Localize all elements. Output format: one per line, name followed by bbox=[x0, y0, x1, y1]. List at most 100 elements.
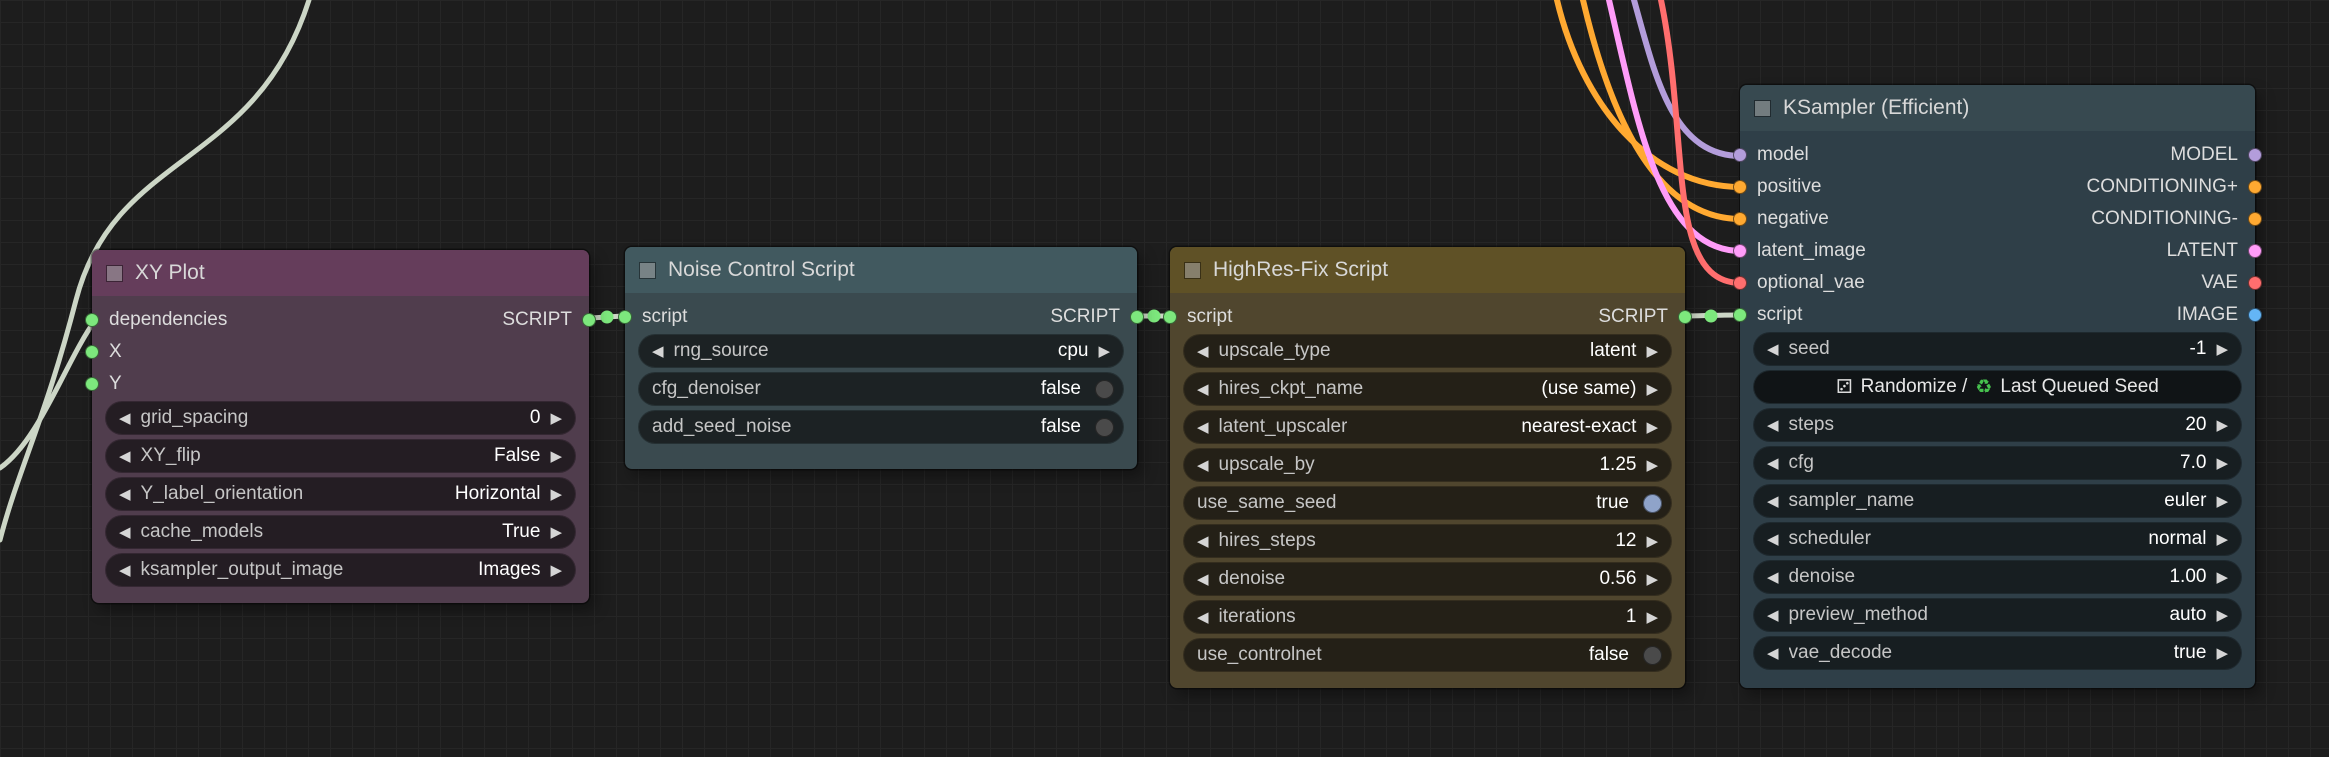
input-slot-script[interactable]: script bbox=[1733, 304, 1802, 326]
node-graph-canvas[interactable]: XY Plot dependencies SCRIPT X Y ◀ grid_s… bbox=[0, 0, 2329, 757]
increment-arrow-icon[interactable]: ▶ bbox=[550, 485, 562, 503]
increment-arrow-icon[interactable]: ▶ bbox=[1646, 608, 1658, 626]
widget-scheduler[interactable]: ◀ scheduler normal ▶ bbox=[1754, 523, 2241, 555]
input-dot[interactable] bbox=[1733, 276, 1747, 290]
output-dot[interactable] bbox=[1678, 310, 1692, 324]
increment-arrow-icon[interactable]: ▶ bbox=[2216, 606, 2228, 624]
widget-add-seed-noise[interactable]: add_seed_noise false bbox=[639, 411, 1123, 443]
output-dot[interactable] bbox=[2248, 276, 2262, 290]
decrement-arrow-icon[interactable]: ◀ bbox=[1197, 608, 1209, 626]
widget-grid-spacing[interactable]: ◀ grid_spacing 0 ▶ bbox=[106, 402, 575, 434]
collapse-icon[interactable] bbox=[1755, 100, 1770, 116]
decrement-arrow-icon[interactable]: ◀ bbox=[119, 447, 131, 465]
node-highres-fix-script[interactable]: HighRes-Fix Script script SCRIPT ◀ upsca… bbox=[1163, 247, 1692, 688]
decrement-arrow-icon[interactable]: ◀ bbox=[1197, 532, 1209, 550]
toggle-indicator[interactable] bbox=[1643, 645, 1662, 665]
input-dot[interactable] bbox=[85, 313, 99, 327]
output-slot-conditioning-minus[interactable]: CONDITIONING- bbox=[2091, 208, 2262, 230]
output-dot[interactable] bbox=[582, 313, 596, 327]
increment-arrow-icon[interactable]: ▶ bbox=[2216, 492, 2228, 510]
widget-upscale-type[interactable]: ◀ upscale_type latent ▶ bbox=[1184, 335, 1671, 367]
widget-denoise[interactable]: ◀ denoise 0.56 ▶ bbox=[1184, 563, 1671, 595]
increment-arrow-icon[interactable]: ▶ bbox=[550, 409, 562, 427]
decrement-arrow-icon[interactable]: ◀ bbox=[119, 561, 131, 579]
decrement-arrow-icon[interactable]: ◀ bbox=[652, 342, 664, 360]
widget-hires-steps[interactable]: ◀ hires_steps 12 ▶ bbox=[1184, 525, 1671, 557]
input-slot-latent-image[interactable]: latent_image bbox=[1733, 240, 1866, 262]
toggle-indicator[interactable] bbox=[1095, 379, 1114, 399]
output-slot-script[interactable]: SCRIPT bbox=[502, 309, 596, 331]
increment-arrow-icon[interactable]: ▶ bbox=[1646, 570, 1658, 588]
collapse-icon[interactable] bbox=[107, 265, 122, 281]
decrement-arrow-icon[interactable]: ◀ bbox=[1767, 416, 1779, 434]
widget-cfg-denoiser[interactable]: cfg_denoiser false bbox=[639, 373, 1123, 405]
decrement-arrow-icon[interactable]: ◀ bbox=[1197, 570, 1209, 588]
decrement-arrow-icon[interactable]: ◀ bbox=[1197, 342, 1209, 360]
widget-seed[interactable]: ◀ seed -1 ▶ bbox=[1754, 333, 2241, 365]
widget-cfg[interactable]: ◀ cfg 7.0 ▶ bbox=[1754, 447, 2241, 479]
output-slot-model[interactable]: MODEL bbox=[2170, 144, 2262, 166]
input-slot-x[interactable]: X bbox=[85, 341, 122, 363]
collapse-icon[interactable] bbox=[640, 262, 655, 278]
widget-denoise[interactable]: ◀ denoise 1.00 ▶ bbox=[1754, 561, 2241, 593]
output-dot[interactable] bbox=[1130, 310, 1144, 324]
increment-arrow-icon[interactable]: ▶ bbox=[1646, 342, 1658, 360]
output-slot-image[interactable]: IMAGE bbox=[2177, 304, 2262, 326]
decrement-arrow-icon[interactable]: ◀ bbox=[1767, 454, 1779, 472]
node-title-bar[interactable]: XY Plot bbox=[92, 250, 589, 296]
node-title-bar[interactable]: HighRes-Fix Script bbox=[1170, 247, 1685, 293]
widget-use-controlnet[interactable]: use_controlnet false bbox=[1184, 639, 1671, 671]
input-dot[interactable] bbox=[1733, 212, 1747, 226]
node-ksampler-efficient[interactable]: KSampler (Efficient) model MODEL positiv… bbox=[1733, 85, 2262, 688]
increment-arrow-icon[interactable]: ▶ bbox=[1098, 342, 1110, 360]
increment-arrow-icon[interactable]: ▶ bbox=[550, 523, 562, 541]
decrement-arrow-icon[interactable]: ◀ bbox=[1197, 418, 1209, 436]
decrement-arrow-icon[interactable]: ◀ bbox=[1767, 530, 1779, 548]
input-dot[interactable] bbox=[1733, 180, 1747, 194]
input-dot[interactable] bbox=[618, 310, 632, 324]
decrement-arrow-icon[interactable]: ◀ bbox=[1197, 380, 1209, 398]
decrement-arrow-icon[interactable]: ◀ bbox=[1767, 568, 1779, 586]
toggle-indicator[interactable] bbox=[1643, 493, 1662, 513]
input-dot[interactable] bbox=[1163, 310, 1177, 324]
input-slot-positive[interactable]: positive bbox=[1733, 176, 1821, 198]
output-dot[interactable] bbox=[2248, 148, 2262, 162]
widget-upscale-by[interactable]: ◀ upscale_by 1.25 ▶ bbox=[1184, 449, 1671, 481]
decrement-arrow-icon[interactable]: ◀ bbox=[119, 523, 131, 541]
output-dot[interactable] bbox=[2248, 308, 2262, 322]
collapse-icon[interactable] bbox=[1185, 262, 1200, 278]
increment-arrow-icon[interactable]: ▶ bbox=[2216, 568, 2228, 586]
widget-ksampler-output-image[interactable]: ◀ ksampler_output_image Images ▶ bbox=[106, 554, 575, 586]
output-slot-vae[interactable]: VAE bbox=[2201, 272, 2262, 294]
input-dot[interactable] bbox=[85, 345, 99, 359]
widget-cache-models[interactable]: ◀ cache_models True ▶ bbox=[106, 516, 575, 548]
input-dot[interactable] bbox=[1733, 244, 1747, 258]
input-dot[interactable] bbox=[1733, 308, 1747, 322]
decrement-arrow-icon[interactable]: ◀ bbox=[119, 409, 131, 427]
increment-arrow-icon[interactable]: ▶ bbox=[2216, 454, 2228, 472]
output-dot[interactable] bbox=[2248, 180, 2262, 194]
output-dot[interactable] bbox=[2248, 244, 2262, 258]
input-slot-model[interactable]: model bbox=[1733, 144, 1809, 166]
input-slot-optional-vae[interactable]: optional_vae bbox=[1733, 272, 1865, 294]
node-title-bar[interactable]: Noise Control Script bbox=[625, 247, 1137, 293]
output-dot[interactable] bbox=[2248, 212, 2262, 226]
widget-y-label-orientation[interactable]: ◀ Y_label_orientation Horizontal ▶ bbox=[106, 478, 575, 510]
decrement-arrow-icon[interactable]: ◀ bbox=[1767, 492, 1779, 510]
widget-xy-flip[interactable]: ◀ XY_flip False ▶ bbox=[106, 440, 575, 472]
increment-arrow-icon[interactable]: ▶ bbox=[2216, 416, 2228, 434]
input-slot-negative[interactable]: negative bbox=[1733, 208, 1829, 230]
input-dot[interactable] bbox=[85, 377, 99, 391]
increment-arrow-icon[interactable]: ▶ bbox=[1646, 380, 1658, 398]
input-dot[interactable] bbox=[1733, 148, 1747, 162]
widget-latent-upscaler[interactable]: ◀ latent_upscaler nearest-exact ▶ bbox=[1184, 411, 1671, 443]
increment-arrow-icon[interactable]: ▶ bbox=[1646, 418, 1658, 436]
decrement-arrow-icon[interactable]: ◀ bbox=[1767, 340, 1779, 358]
increment-arrow-icon[interactable]: ▶ bbox=[2216, 340, 2228, 358]
output-slot-script[interactable]: SCRIPT bbox=[1598, 306, 1692, 328]
increment-arrow-icon[interactable]: ▶ bbox=[1646, 532, 1658, 550]
decrement-arrow-icon[interactable]: ◀ bbox=[1767, 606, 1779, 624]
input-slot-script[interactable]: script bbox=[1163, 306, 1232, 328]
output-slot-latent[interactable]: LATENT bbox=[2167, 240, 2262, 262]
decrement-arrow-icon[interactable]: ◀ bbox=[119, 485, 131, 503]
